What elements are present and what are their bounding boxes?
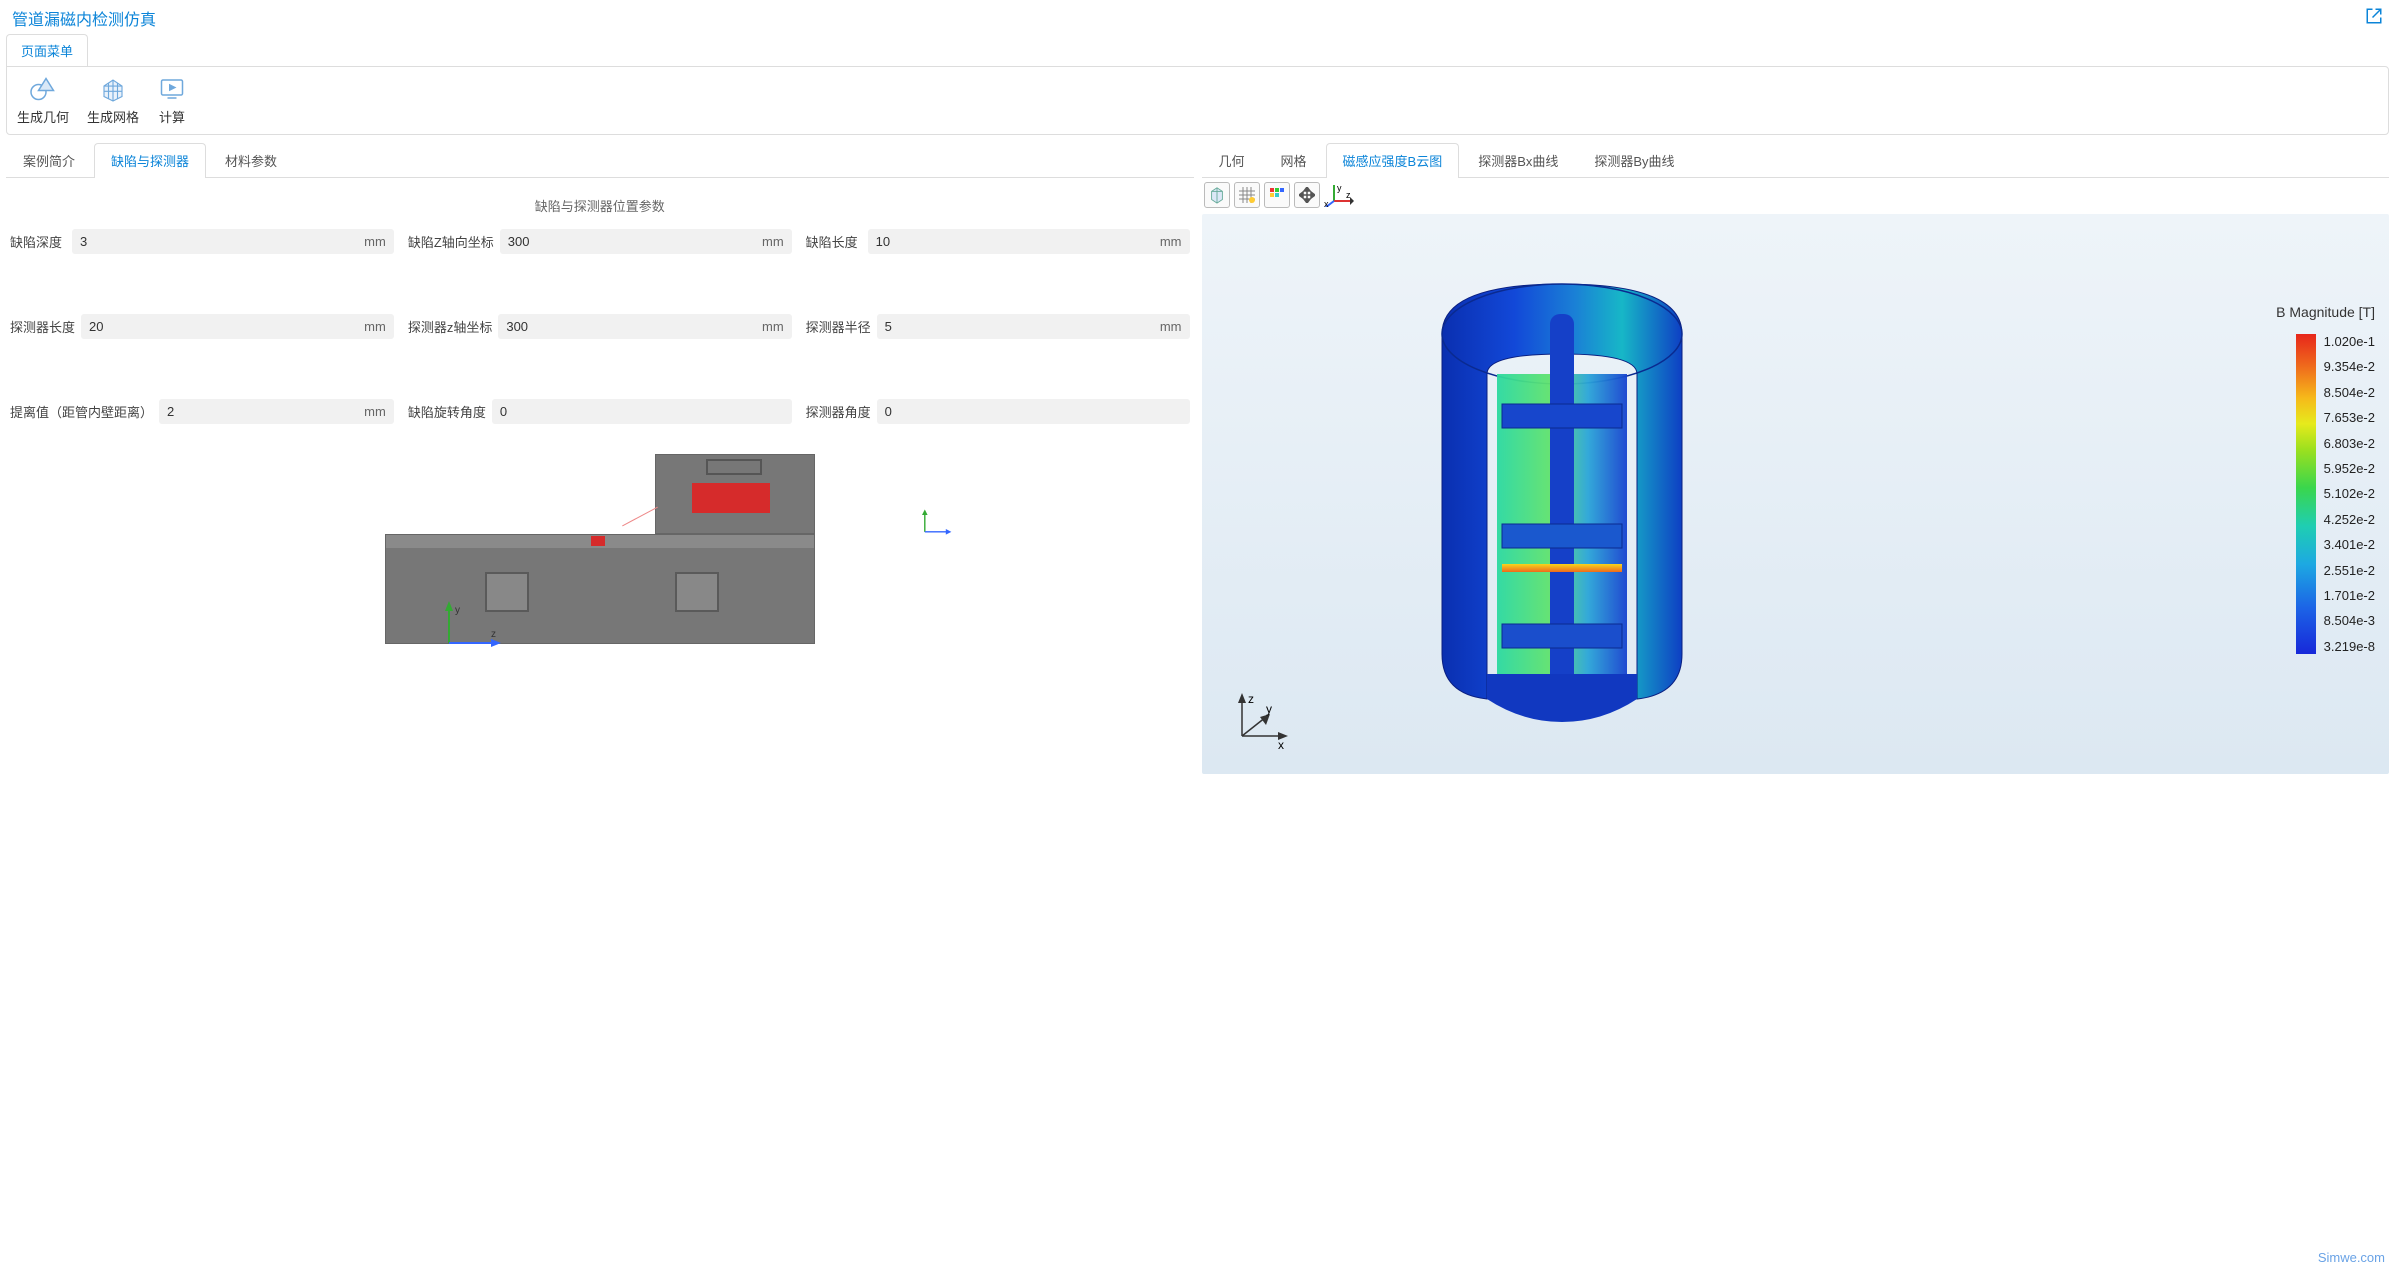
axis-triad-3d: z x y	[1222, 691, 1292, 754]
legend-tick: 2.551e-2	[2324, 563, 2375, 578]
unit-mm: mm	[762, 234, 784, 249]
unit-mm: mm	[364, 404, 386, 419]
tab-detector-by[interactable]: 探测器By曲线	[1577, 143, 1691, 177]
svg-text:x: x	[1278, 738, 1284, 751]
detector-angle-input[interactable]	[885, 404, 1182, 419]
defect-depth-label: 缺陷深度	[10, 232, 66, 251]
detector-angle-label: 探测器角度	[806, 402, 871, 421]
legend-tick: 1.020e-1	[2324, 334, 2375, 349]
tab-mesh[interactable]: 网格	[1264, 143, 1324, 177]
compute-label: 计算	[159, 107, 185, 126]
view-cube-icon[interactable]	[1204, 182, 1230, 208]
generate-mesh-label: 生成网格	[87, 107, 139, 126]
model-render	[1402, 254, 1722, 734]
right-panel: 几何 网格 磁感应强度B云图 探测器Bx曲线 探测器By曲线 yzx	[1202, 143, 2390, 774]
legend-title: B Magnitude [T]	[2276, 304, 2375, 320]
detector-radius-input[interactable]	[885, 319, 1154, 334]
grid-icon[interactable]	[1234, 182, 1260, 208]
svg-text:y: y	[455, 605, 460, 616]
left-tabs: 案例简介 缺陷与探测器 材料参数	[6, 143, 1194, 178]
brand-watermark: Simwe.com	[2318, 1250, 2385, 1265]
defect-angle-label: 缺陷旋转角度	[408, 402, 486, 421]
detector-z-label: 探测器z轴坐标	[408, 317, 493, 336]
svg-text:y: y	[1266, 702, 1272, 716]
detector-length-label: 探测器长度	[10, 317, 75, 336]
tab-defect-detector[interactable]: 缺陷与探测器	[94, 143, 206, 178]
unit-mm: mm	[1160, 319, 1182, 334]
tab-material-params[interactable]: 材料参数	[208, 143, 294, 177]
pan-icon[interactable]	[1294, 182, 1320, 208]
svg-text:y: y	[1337, 183, 1342, 193]
legend-tick: 6.803e-2	[2324, 436, 2375, 451]
legend-tick: 3.219e-8	[2324, 639, 2375, 654]
defect-angle-input[interactable]	[500, 404, 784, 419]
liftoff-label: 提离值（距管内壁距离）	[10, 402, 153, 421]
page-menu-tab[interactable]: 页面菜单	[6, 34, 88, 66]
defect-length-label: 缺陷长度	[806, 232, 862, 251]
legend-tick: 7.653e-2	[2324, 410, 2375, 425]
legend-tick: 8.504e-2	[2324, 385, 2375, 400]
main-toolbar: 生成几何 生成网格 计算	[6, 66, 2389, 135]
legend-tick: 5.952e-2	[2324, 461, 2375, 476]
unit-mm: mm	[364, 319, 386, 334]
left-panel: 案例简介 缺陷与探测器 材料参数 缺陷与探测器位置参数 缺陷深度 mm 缺陷Z轴…	[6, 143, 1194, 774]
unit-mm: mm	[1160, 234, 1182, 249]
compute-button[interactable]: 计算	[157, 75, 187, 126]
unit-mm: mm	[762, 319, 784, 334]
tab-geometry[interactable]: 几何	[1202, 143, 1262, 177]
tab-b-cloud[interactable]: 磁感应强度B云图	[1326, 143, 1460, 178]
legend-tick: 3.401e-2	[2324, 537, 2375, 552]
legend-tick: 4.252e-2	[2324, 512, 2375, 527]
parameter-diagram: yz	[385, 454, 815, 664]
defect-depth-input[interactable]	[80, 234, 358, 249]
visualization-toolbar: yzx	[1202, 178, 2390, 212]
svg-text:z: z	[1248, 692, 1254, 706]
legend-tick: 1.701e-2	[2324, 588, 2375, 603]
generate-mesh-button[interactable]: 生成网格	[87, 75, 139, 126]
legend-tick: 9.354e-2	[2324, 359, 2375, 374]
right-tabs: 几何 网格 磁感应强度B云图 探测器Bx曲线 探测器By曲线	[1202, 143, 2390, 178]
tab-case-intro[interactable]: 案例简介	[6, 143, 92, 177]
defect-z-label: 缺陷Z轴向坐标	[408, 232, 494, 251]
legend-tick: 5.102e-2	[2324, 486, 2375, 501]
section-title: 缺陷与探测器位置参数	[6, 178, 1194, 229]
svg-text:x: x	[1324, 199, 1329, 207]
generate-geometry-button[interactable]: 生成几何	[17, 75, 69, 126]
color-legend: 1.020e-1 9.354e-2 8.504e-2 7.653e-2 6.803e-2…	[2296, 334, 2375, 654]
visualization-canvas[interactable]: B Magnitude [T] 1.020e-1 9.354e-2 8.504e-2…	[1202, 214, 2390, 774]
tab-detector-bx[interactable]: 探测器Bx曲线	[1461, 143, 1575, 177]
generate-geometry-label: 生成几何	[17, 107, 69, 126]
detector-z-input[interactable]	[506, 319, 756, 334]
legend-bar	[2296, 334, 2316, 654]
defect-length-input[interactable]	[876, 234, 1154, 249]
defect-z-input[interactable]	[508, 234, 756, 249]
svg-text:z: z	[491, 629, 496, 640]
palette-icon[interactable]	[1264, 182, 1290, 208]
detector-radius-label: 探测器半径	[806, 317, 871, 336]
legend-tick: 8.504e-3	[2324, 613, 2375, 628]
liftoff-input[interactable]	[167, 404, 358, 419]
page-title: 管道漏磁内检测仿真	[12, 6, 156, 30]
detector-length-input[interactable]	[89, 319, 358, 334]
axis-triad-icon[interactable]: yzx	[1324, 182, 1354, 208]
external-link-icon[interactable]	[2365, 7, 2383, 30]
unit-mm: mm	[364, 234, 386, 249]
